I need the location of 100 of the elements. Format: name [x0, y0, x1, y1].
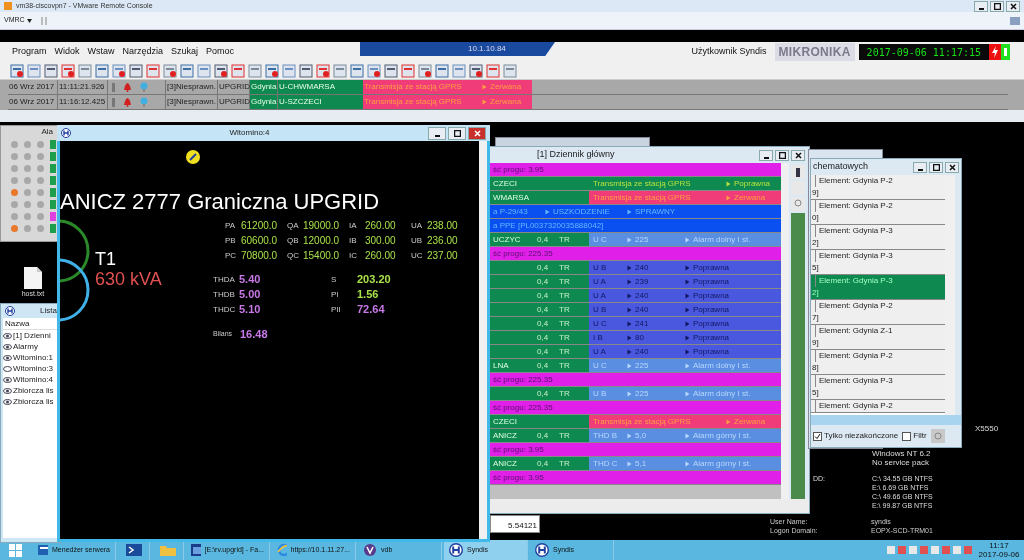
toolbar-icon[interactable] — [282, 63, 296, 78]
toolbar-icon[interactable] — [180, 63, 194, 78]
close-button[interactable] — [1006, 0, 1020, 12]
toolbar-icon[interactable] — [265, 63, 279, 78]
voltage-cell-text: 0,4 — [536, 261, 550, 274]
toolbar-icon[interactable] — [112, 63, 126, 78]
time-cell: 11:16:12.425 — [58, 95, 108, 109]
toolbar-icon[interactable] — [452, 63, 466, 78]
pin-icon[interactable] — [791, 165, 805, 179]
event-item[interactable]: Element: Gdynia P-2 — [811, 400, 945, 413]
toolbar-icon[interactable] — [367, 63, 381, 78]
station-cell: U-SZCZECI — [278, 95, 363, 109]
state-cell: Zerwana — [480, 95, 532, 109]
menu-item[interactable]: Narzędzia — [122, 45, 164, 59]
toolbar-icon[interactable] — [61, 63, 75, 78]
event-item[interactable]: Element: Gdynia Z-1 9] — [811, 325, 945, 350]
maximize-button[interactable] — [929, 161, 943, 173]
list-item[interactable]: Witomino:3 — [3, 363, 59, 374]
list-item[interactable]: Alarmy — [3, 341, 59, 352]
os-text: No service pack — [872, 458, 930, 467]
menu-item[interactable]: Szukaj — [171, 45, 199, 59]
toolbar-icon[interactable] — [146, 63, 160, 78]
close-button[interactable] — [791, 149, 805, 161]
type-cell-text: TR — [558, 429, 571, 442]
arrow-icon — [545, 208, 550, 215]
toolbar-icon[interactable] — [129, 63, 143, 78]
toolbar-icon[interactable] — [469, 63, 483, 78]
toolbar-icon[interactable] — [197, 63, 211, 78]
voltage-cell-text: 0,4 — [536, 303, 550, 316]
checkbox[interactable]: Filtr — [902, 430, 927, 442]
event-item[interactable]: Element: Gdynia P-3 2] — [811, 225, 945, 250]
maximize-button[interactable] — [990, 0, 1004, 12]
menu-item[interactable]: Wstaw — [87, 45, 115, 59]
toolbar-icon[interactable] — [418, 63, 432, 78]
toolbar-icon[interactable] — [10, 63, 24, 78]
toolbar-icon[interactable] — [248, 63, 262, 78]
measure-value: 260.00 — [365, 249, 396, 263]
toolbar-icon[interactable] — [503, 63, 517, 78]
arrow-icon — [627, 208, 632, 215]
event-item[interactable]: Element: Gdynia P-2 0] — [811, 200, 945, 225]
toolbar-icon[interactable] — [384, 63, 398, 78]
measure-label: THDA — [213, 273, 236, 286]
event-item[interactable]: Element: Gdynia P-2 9] — [811, 175, 945, 200]
taskbar-time: 11:17 — [989, 541, 1009, 550]
list-item[interactable]: Witomino:1 — [3, 352, 59, 363]
toolbar-icon[interactable] — [486, 63, 500, 78]
measure-label: PI — [331, 288, 340, 301]
measure-label: UB — [411, 234, 424, 247]
file-icon[interactable] — [24, 267, 42, 289]
menu-item[interactable]: Program — [12, 45, 47, 59]
toolbar-icon[interactable] — [299, 63, 313, 78]
type-cell-text: TR — [558, 457, 571, 470]
menu-item[interactable]: Widok — [54, 45, 80, 59]
event-item[interactable]: Element: Gdynia P-3 5] — [811, 250, 945, 275]
value-cell: 5,0 — [623, 429, 681, 442]
toolbar-icon[interactable] — [333, 63, 347, 78]
measure-label: IA — [349, 219, 358, 232]
window-title: chematowych — [813, 160, 870, 174]
minimize-button[interactable] — [759, 149, 773, 161]
list-item[interactable]: Zbiorcza lis — [3, 396, 59, 407]
voltage-cell-text: 0,4 — [536, 331, 550, 344]
settings-icon[interactable] — [930, 429, 945, 443]
city-cell: Gdynia — [250, 80, 278, 94]
toolbar-icon[interactable] — [78, 63, 92, 78]
maximize-button[interactable] — [448, 126, 466, 140]
close-icon — [794, 151, 802, 159]
toolbar-icon[interactable] — [27, 63, 41, 78]
toolbar-icon[interactable] — [95, 63, 109, 78]
measure-value: 60600.0 — [241, 234, 278, 248]
maximize-button[interactable] — [775, 149, 789, 161]
checkbox[interactable]: Tylko niezakończone — [813, 430, 899, 442]
minimize-button[interactable] — [913, 161, 927, 173]
measure-label: QC — [287, 249, 300, 262]
toolbar-icon[interactable] — [435, 63, 449, 78]
value-cell: 239 — [623, 275, 681, 288]
event-item[interactable]: Element: Gdynia P-2 8] — [811, 350, 945, 375]
minimize-button[interactable] — [974, 0, 988, 12]
arrow-icon — [627, 432, 632, 439]
measure-label: QA — [287, 219, 300, 232]
toolbar-icon[interactable] — [401, 63, 415, 78]
list-item[interactable]: Zbiorcza lis — [3, 385, 59, 396]
toolbar-icon[interactable] — [350, 63, 364, 78]
toolbar-icon[interactable] — [316, 63, 330, 78]
list-item[interactable]: Witomino:4 — [3, 374, 59, 385]
arrow-icon — [685, 390, 690, 397]
toolbar-icon[interactable] — [231, 63, 245, 78]
toolbar-icon[interactable] — [44, 63, 58, 78]
state-cell: Poprawna — [681, 331, 781, 344]
event-item[interactable]: Element: Gdynia P-3 2] — [811, 275, 945, 300]
taskbar-date: 2017-09-06 — [978, 550, 1020, 559]
list-item[interactable]: [1] Dzienni — [3, 330, 59, 341]
toolbar-icon[interactable] — [163, 63, 177, 78]
close-button[interactable] — [945, 161, 959, 173]
event-item[interactable]: Element: Gdynia P-2 7] — [811, 300, 945, 325]
menu-item[interactable]: Pomoc — [206, 45, 235, 59]
event-item[interactable]: Element: Gdynia P-3 5] — [811, 375, 945, 400]
voltage-cell-text: 0,4 — [536, 345, 550, 358]
measure-value: 300.00 — [365, 234, 396, 248]
toolbar-icon[interactable] — [214, 63, 228, 78]
minimize-button[interactable] — [428, 126, 446, 140]
